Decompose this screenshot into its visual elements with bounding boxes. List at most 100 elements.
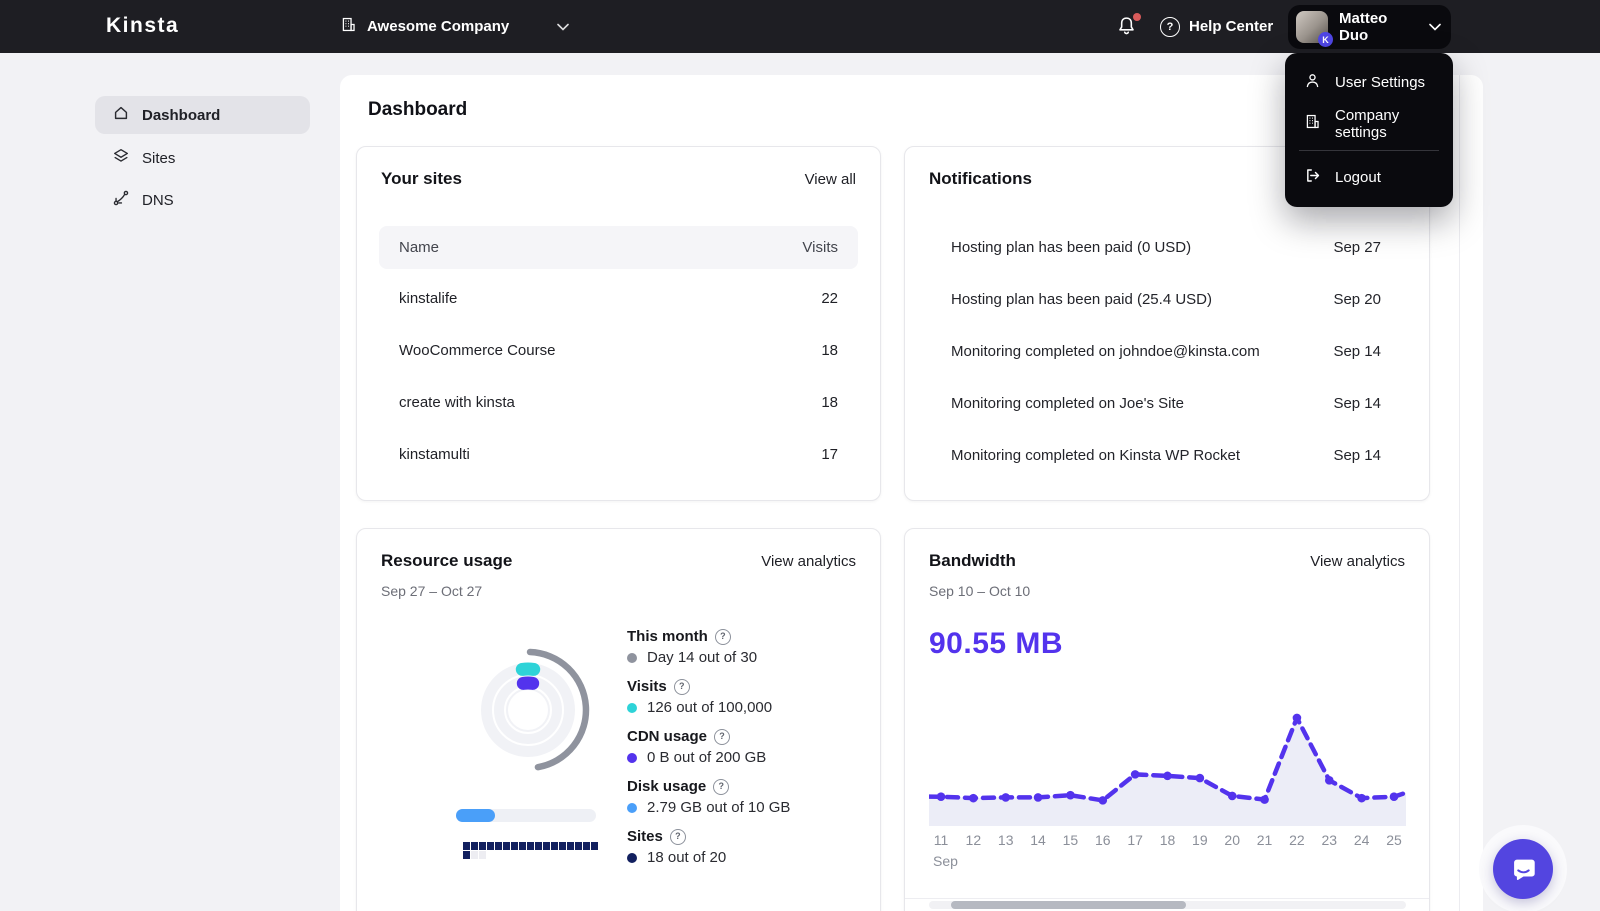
help-tooltip-icon[interactable]: ? (714, 728, 731, 745)
help-tooltip-icon[interactable]: ? (714, 628, 731, 645)
legend-label-text: Visits (627, 678, 667, 695)
dns-route-icon (112, 189, 130, 211)
legend-label-text: Disk usage (627, 778, 707, 795)
column-header-visits: Visits (802, 239, 838, 256)
intercom-chat-launcher[interactable] (1493, 839, 1553, 899)
mykinsta-dashboard: Kinsta Awesome Company ? Help Center K M… (0, 0, 1600, 911)
site-row[interactable]: kinstamulti 17 (379, 428, 858, 480)
bandwidth-card: Bandwidth View analytics Sep 10 – Oct 10… (904, 528, 1430, 911)
legend-value-text: 18 out of 20 (647, 849, 727, 866)
notification-text: Hosting plan has been paid (0 USD) (951, 238, 1192, 256)
sidebar-item-dns[interactable]: DNS (95, 181, 310, 219)
resource-view-analytics-link[interactable]: View analytics (761, 553, 856, 570)
usage-segment (511, 842, 518, 850)
site-row[interactable]: kinstalife 22 (379, 272, 858, 324)
site-name: WooCommerce Course (399, 341, 556, 359)
usage-segment (471, 851, 478, 859)
site-name: create with kinsta (399, 393, 515, 411)
x-tick-label: 17 (1127, 832, 1143, 848)
disk-usage-progress-fill (456, 809, 496, 822)
legend-label: Disk usage? (627, 776, 867, 797)
user-dropdown-menu: User Settings Company settings Logout (1285, 53, 1453, 207)
menu-divider (1299, 150, 1439, 151)
panel-scrollbar-track[interactable] (1459, 75, 1460, 911)
notification-text: Monitoring completed on Joe's Site (951, 394, 1184, 412)
legend-label-text: CDN usage (627, 728, 708, 745)
sites-usage-segments (463, 842, 603, 859)
site-visits: 18 (821, 341, 838, 359)
menu-item-label: Company settings (1335, 106, 1400, 141)
x-tick-label: 14 (1030, 832, 1046, 848)
disk-usage-progress-bar (456, 809, 596, 822)
x-tick-label: 23 (1321, 832, 1338, 848)
sidebar-item-label: Dashboard (142, 106, 221, 124)
site-row[interactable]: create with kinsta 18 (379, 376, 858, 428)
user-menu-button[interactable]: K Matteo Duo (1288, 5, 1451, 49)
notification-row[interactable]: Hosting plan has been paid (25.4 USD) Sep… (905, 273, 1429, 325)
help-tooltip-icon[interactable]: ? (713, 778, 730, 795)
usage-segment (463, 842, 470, 850)
menu-item-user-settings[interactable]: User Settings (1285, 62, 1453, 103)
site-row[interactable]: WooCommerce Course 18 (379, 324, 858, 376)
usage-segment (503, 842, 510, 850)
sidebar-item-label: Sites (142, 149, 176, 167)
sidebar-item-dashboard[interactable]: Dashboard (95, 96, 310, 134)
x-tick-label: 21 (1256, 832, 1273, 848)
x-tick-label: 13 (997, 832, 1014, 848)
notification-date: Sep 14 (1333, 394, 1381, 412)
notification-date: Sep 14 (1333, 446, 1381, 464)
company-selector[interactable]: Awesome Company (340, 0, 570, 53)
resource-date-range: Sep 27 – Oct 27 (381, 583, 483, 599)
legend-item: Visits? 126 out of 100,000 (627, 676, 867, 726)
menu-item-label: Logout (1335, 169, 1381, 186)
notification-row[interactable]: Hosting plan has been paid (0 USD) Sep 27 (905, 221, 1429, 273)
page-title: Dashboard (368, 99, 468, 120)
notification-row[interactable]: Monitoring completed on Kinsta WP Rocket… (905, 429, 1429, 481)
bandwidth-scrollbar-thumb[interactable] (951, 901, 1186, 909)
legend-label-text: This month (627, 628, 708, 645)
resource-donut-chart (463, 645, 593, 775)
bandwidth-x-axis-month: Sep (933, 853, 958, 869)
sites-layers-icon (112, 147, 130, 169)
usage-segment (559, 842, 566, 850)
notification-row[interactable]: Monitoring completed on Joe's Site Sep 14 (905, 377, 1429, 429)
usage-segment (479, 851, 486, 859)
menu-item-logout[interactable]: Logout (1285, 157, 1453, 198)
legend-label: Sites? (627, 826, 867, 847)
notification-text: Hosting plan has been paid (25.4 USD) (951, 290, 1212, 308)
help-tooltip-icon[interactable]: ? (673, 678, 690, 695)
legend-item: This month? Day 14 out of 30 (627, 626, 867, 676)
notification-row[interactable]: Monitoring completed on johndoe@kinsta.c… (905, 325, 1429, 377)
notifications-bell-button[interactable] (1116, 13, 1141, 39)
usage-segment (463, 851, 470, 859)
menu-item-label: User Settings (1335, 74, 1426, 91)
usage-segment (543, 842, 550, 850)
bandwidth-x-axis-labels: 11 12 13 14 15 16 17 18 19 20 21 22 23 24 25 (929, 832, 1406, 850)
help-tooltip-icon[interactable]: ? (669, 828, 686, 845)
your-sites-card: Your sites View all Name Visits kinstali… (356, 146, 881, 501)
legend-item: Disk usage? 2.79 GB out of 10 GB (627, 776, 867, 826)
bandwidth-line-chart (926, 691, 1409, 826)
usage-segment (479, 842, 486, 850)
usage-segment (487, 842, 494, 850)
sidebar-item-sites[interactable]: Sites (95, 139, 310, 177)
menu-item-company-settings[interactable]: Company settings (1285, 103, 1453, 144)
legend-value: 126 out of 100,000 (627, 697, 867, 718)
usage-segment (495, 842, 502, 850)
bandwidth-view-analytics-link[interactable]: View analytics (1310, 553, 1405, 570)
resource-legend: This month? Day 14 out of 30 Visits? 126 ou… (627, 626, 867, 876)
legend-color-dot (627, 802, 637, 813)
usage-segment (551, 842, 558, 850)
site-name: kinstalife (399, 289, 458, 307)
legend-label: Visits? (627, 676, 867, 697)
user-icon (1304, 72, 1321, 93)
help-center-button[interactable]: ? Help Center (1160, 0, 1273, 53)
x-tick-label: 15 (1062, 832, 1079, 848)
help-circle-icon: ? (1160, 16, 1180, 37)
legend-item: Sites? 18 out of 20 (627, 826, 867, 876)
usage-segment (583, 842, 590, 850)
bandwidth-divider (905, 898, 1429, 899)
notification-date: Sep 20 (1333, 290, 1381, 308)
your-sites-view-all-link[interactable]: View all (805, 171, 856, 188)
legend-value: 18 out of 20 (627, 847, 867, 868)
